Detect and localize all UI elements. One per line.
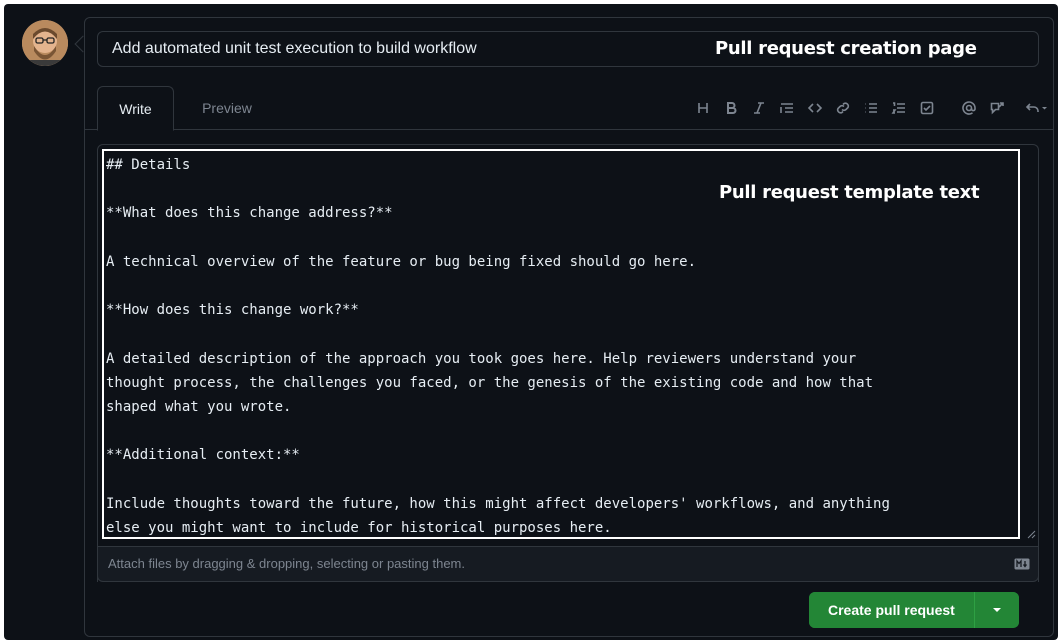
annotation-template-text: Pull request template text	[719, 182, 980, 203]
pr-body-textarea[interactable]: ## Details **What does this change addre…	[97, 144, 1039, 582]
pr-form: Add automated unit test execution to bui…	[84, 17, 1054, 637]
code-icon[interactable]	[801, 96, 829, 120]
editor-line: **What does this change address?**	[106, 205, 393, 222]
editor-line: **How does this change work?**	[106, 302, 359, 319]
user-avatar[interactable]	[22, 20, 68, 66]
editor-text: ## Details **What does this change addre…	[106, 153, 1036, 540]
editor-line: thought process, the challenges you face…	[106, 374, 874, 391]
attach-hint: Attach files by dragging & dropping, sel…	[108, 556, 465, 571]
task-list-icon[interactable]	[913, 96, 941, 120]
unordered-list-icon[interactable]	[857, 96, 885, 120]
editor-line: **Additional context:**	[106, 447, 300, 464]
pr-creation-page: Add automated unit test execution to bui…	[4, 4, 1058, 640]
annotation-creation-page: Pull request creation page	[715, 38, 977, 59]
triangle-down-icon	[992, 608, 1001, 612]
link-icon[interactable]	[829, 96, 857, 120]
editor-line: A technical overview of the feature or b…	[106, 253, 697, 270]
editor-line: Include thoughts toward the future, how …	[106, 495, 890, 512]
saved-replies-icon[interactable]	[1019, 96, 1053, 120]
tab-preview[interactable]: Preview	[185, 86, 269, 131]
editor-line: ## Details	[106, 157, 191, 173]
create-pr-options-button[interactable]	[974, 592, 1019, 628]
cross-reference-icon[interactable]	[983, 96, 1011, 120]
editor-line: A detailed description of the approach y…	[106, 350, 857, 367]
editor-line: shaped what you wrote.	[106, 399, 292, 416]
quote-icon[interactable]	[773, 96, 801, 120]
bold-icon[interactable]	[717, 96, 745, 120]
markdown-icon[interactable]	[1014, 558, 1030, 570]
italic-icon[interactable]	[745, 96, 773, 120]
resize-handle-icon[interactable]	[1026, 529, 1036, 539]
markdown-toolbar	[689, 96, 1053, 120]
ordered-list-icon[interactable]	[885, 96, 913, 120]
create-pr-button[interactable]: Create pull request	[809, 592, 975, 628]
tab-write[interactable]: Write	[97, 86, 174, 131]
editor-line: else you might want to include for histo…	[106, 520, 612, 537]
heading-icon[interactable]	[689, 96, 717, 120]
attach-files-bar[interactable]: Attach files by dragging & dropping, sel…	[97, 546, 1039, 582]
mention-icon[interactable]	[955, 96, 983, 120]
create-pr-button-group: Create pull request	[809, 592, 1019, 628]
